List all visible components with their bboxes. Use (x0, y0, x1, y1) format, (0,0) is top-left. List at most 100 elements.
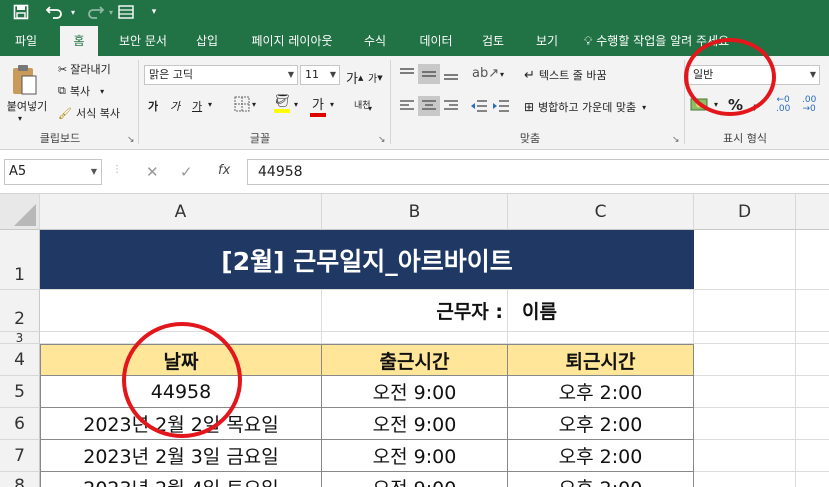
cell-d2[interactable] (694, 290, 796, 332)
cell-e1[interactable] (796, 230, 829, 290)
header-clock-in-cell[interactable]: 출근시간 (322, 344, 508, 376)
column-header-d[interactable]: D (694, 194, 796, 230)
wrap-text-button[interactable]: ↵ 텍스트 줄 바꿈 (524, 66, 607, 84)
phonetic-dropdown-icon[interactable]: ▾ (368, 104, 372, 113)
orientation-icon[interactable]: ab↗ (472, 66, 499, 81)
table-cell-date[interactable]: 2023년 2월 3일 금요일 (40, 440, 322, 472)
tab-view[interactable]: 보기 (526, 26, 568, 56)
row-header-8[interactable]: 8 (0, 472, 40, 487)
cell-e4[interactable] (796, 344, 829, 376)
font-color-dropdown-icon[interactable]: ▾ (330, 100, 334, 109)
fill-color-dropdown-icon[interactable]: ▾ (294, 100, 298, 109)
cell-d1[interactable] (694, 230, 796, 290)
cell-d5[interactable] (694, 376, 796, 408)
cell-d6[interactable] (694, 408, 796, 440)
tab-file[interactable]: 파일 (4, 26, 48, 56)
table-cell-clock-in[interactable]: 오전 9:00 (322, 472, 508, 487)
cell-d3[interactable] (694, 332, 796, 344)
align-top-icon[interactable] (398, 66, 416, 82)
cell-d7[interactable] (694, 440, 796, 472)
cell-e8[interactable] (796, 472, 829, 487)
cell-d4[interactable] (694, 344, 796, 376)
italic-button[interactable]: 가 (170, 98, 180, 114)
row-header-2[interactable]: 2 (0, 290, 40, 332)
column-header-e[interactable] (796, 194, 829, 230)
table-cell-clock-out[interactable]: 오후 2:00 (508, 376, 694, 408)
table-cell-clock-in[interactable]: 오전 9:00 (322, 408, 508, 440)
font-name-select[interactable]: 맑은 고딕 ▼ (144, 65, 298, 85)
tab-formulas[interactable]: 수식 (354, 26, 396, 56)
table-cell-clock-in[interactable]: 오전 9:00 (322, 440, 508, 472)
align-left-icon[interactable] (398, 98, 416, 114)
merge-center-button[interactable]: ⊞ 병합하고 가운데 맞춤 ▾ (524, 98, 646, 116)
copy-button[interactable]: ⧉ 복사 ▾ (58, 82, 104, 100)
cell-e2[interactable] (796, 290, 829, 332)
cell-d8[interactable] (694, 472, 796, 487)
worker-name-cell[interactable]: 이름 (508, 290, 694, 332)
borders-icon[interactable] (234, 96, 250, 112)
underline-dropdown-icon[interactable]: ▾ (208, 100, 212, 109)
worker-label-cell[interactable]: 근무자 : (322, 290, 508, 332)
paste-button[interactable]: 붙여넣기 (2, 98, 52, 114)
undo-icon[interactable] (44, 2, 66, 22)
row-header-4[interactable]: 4 (0, 344, 40, 376)
format-painter-button[interactable]: 🖌︎ 서식 복사 (58, 104, 120, 122)
align-middle-icon[interactable] (418, 64, 440, 84)
sheet-title-cell[interactable]: [2월] 근무일지_아르바이트 (40, 230, 694, 290)
decrease-decimal-icon[interactable]: .00 →0 (802, 96, 816, 114)
align-right-icon[interactable] (442, 98, 460, 114)
cell-b3[interactable] (322, 332, 508, 344)
tab-page-layout[interactable]: 페이지 레이아웃 (240, 26, 344, 56)
font-size-select[interactable]: 11 ▼ (300, 65, 340, 85)
table-cell-clock-out[interactable]: 오후 2:00 (508, 440, 694, 472)
paste-icon[interactable] (6, 62, 42, 98)
column-header-a[interactable]: A (40, 194, 322, 230)
table-cell-date[interactable]: 2023년 2월 4일 토요일 (40, 472, 322, 487)
table-cell-clock-out[interactable]: 오후 2:00 (508, 472, 694, 487)
column-header-b[interactable]: B (322, 194, 508, 230)
grow-font-button[interactable]: 가 ▲ (346, 68, 363, 87)
font-launcher-icon[interactable]: ↘ (378, 135, 386, 145)
name-box[interactable]: A5 ▼ (4, 159, 102, 185)
cell-e5[interactable] (796, 376, 829, 408)
tab-insert[interactable]: 삽입 (186, 26, 228, 56)
copy-dropdown-icon[interactable]: ▾ (100, 87, 104, 96)
align-center-icon[interactable] (418, 96, 440, 116)
tab-data[interactable]: 데이터 (410, 26, 462, 56)
fill-color-icon[interactable]: 🪣︎ (274, 94, 291, 113)
tab-home[interactable]: 홈 (60, 26, 98, 56)
table-cell-clock-out[interactable]: 오후 2:00 (508, 408, 694, 440)
shrink-font-button[interactable]: 가 ▼ (368, 70, 383, 86)
redo-icon[interactable] (84, 2, 106, 22)
alignment-launcher-icon[interactable]: ↘ (672, 135, 680, 145)
undo-dropdown-icon[interactable]: ▾ (68, 2, 78, 22)
enter-icon[interactable]: ✓ (180, 163, 193, 181)
font-color-button[interactable]: 가 (310, 94, 326, 117)
header-clock-out-cell[interactable]: 퇴근시간 (508, 344, 694, 376)
row-header-6[interactable]: 6 (0, 408, 40, 440)
paste-dropdown-icon[interactable]: ▾ (18, 114, 22, 123)
underline-button[interactable]: 가 (192, 98, 202, 114)
decrease-indent-icon[interactable] (470, 98, 488, 114)
row-header-5[interactable]: 5 (0, 376, 40, 408)
borders-dropdown-icon[interactable]: ▾ (252, 100, 256, 109)
row-header-1[interactable]: 1 (0, 230, 40, 290)
grip-icon[interactable]: ⋮ (112, 164, 122, 175)
increase-indent-icon[interactable] (492, 98, 510, 114)
name-box-dropdown-icon[interactable]: ▼ (91, 160, 97, 184)
increase-decimal-icon[interactable]: ←0.00 (776, 96, 790, 114)
customize-qat-icon[interactable]: ▾ (148, 2, 160, 22)
orientation-dropdown-icon[interactable]: ▾ (500, 70, 504, 79)
merge-dropdown-icon[interactable]: ▾ (642, 103, 646, 112)
cut-button[interactable]: ✂ 잘라내기 (58, 60, 111, 78)
save-icon[interactable] (10, 2, 32, 22)
select-all-button[interactable] (0, 194, 40, 230)
bold-button[interactable]: 가 (148, 98, 158, 114)
cell-c3[interactable] (508, 332, 694, 344)
table-cell-clock-in[interactable]: 오전 9:00 (322, 376, 508, 408)
tab-protect-document[interactable]: 보안 문서 (106, 26, 180, 56)
column-header-c[interactable]: C (508, 194, 694, 230)
tab-review[interactable]: 검토 (472, 26, 514, 56)
formula-input[interactable]: 44958 (247, 159, 829, 185)
insert-function-icon[interactable]: fx (218, 163, 230, 178)
